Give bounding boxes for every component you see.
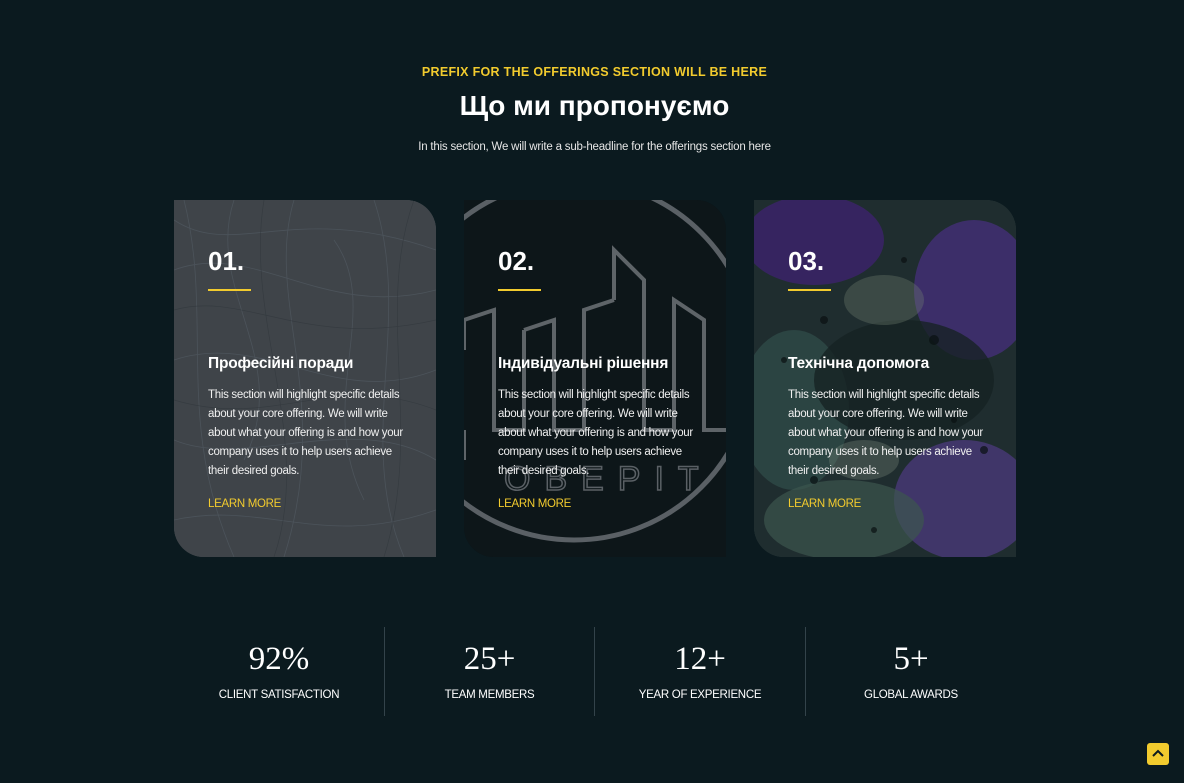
offering-card-1: 01. Професійні поради This section will … [174, 200, 436, 557]
stat-client-satisfaction: 92% CLIENT SATISFACTION [174, 627, 384, 716]
card-description: This section will highlight specific det… [208, 389, 403, 477]
card-title: Професійні поради [208, 355, 354, 372]
stat-label: YEAR OF EXPERIENCE [638, 689, 762, 701]
section-subheadline: In this section, We will write a sub-hea… [418, 141, 771, 153]
card-title: Технічна допомога [788, 355, 930, 372]
section-prefix: PREFIX FOR THE OFFERINGS SECTION WILL BE… [421, 65, 768, 79]
card-accent-line [498, 289, 541, 291]
card-description: This section will highlight specific det… [788, 389, 983, 477]
stat-years-experience: 12+ YEAR OF EXPERIENCE [595, 627, 805, 716]
card-accent-line [788, 289, 831, 291]
card-title: Індивідуальні рішення [498, 355, 669, 372]
learn-more-link[interactable]: LEARN MORE [788, 498, 861, 510]
stat-value: 5+ [893, 641, 929, 677]
card-number: 02. [498, 246, 535, 276]
scroll-to-top-button[interactable] [1147, 743, 1169, 765]
offering-card-3: 03. Технічна допомога This section will … [754, 200, 1016, 557]
stat-label: CLIENT SATISFACTION [218, 689, 340, 701]
learn-more-link[interactable]: LEARN MORE [498, 498, 571, 510]
card-accent-line [208, 289, 251, 291]
card-number: 01. [208, 246, 245, 276]
offerings-page: PREFIX FOR THE OFFERINGS SECTION WILL BE… [0, 0, 1184, 783]
stat-label: TEAM MEMBERS [444, 689, 535, 701]
stat-global-awards: 5+ GLOBAL AWARDS [806, 627, 1016, 716]
section-headline: Що ми пропонуємо [459, 90, 730, 121]
chevron-up-icon [1152, 749, 1164, 757]
card-number: 03. [788, 246, 825, 276]
card-description: This section will highlight specific det… [498, 389, 693, 477]
stat-value: 92% [248, 641, 310, 677]
stat-team-members: 25+ TEAM MEMBERS [385, 627, 594, 716]
stat-label: GLOBAL AWARDS [864, 689, 958, 701]
stat-value: 12+ [674, 641, 726, 677]
offering-card-2: OBEPIT 02. Індивідуальні рішення This se… [464, 200, 726, 557]
stat-value: 25+ [463, 641, 516, 677]
learn-more-link[interactable]: LEARN MORE [208, 498, 281, 510]
